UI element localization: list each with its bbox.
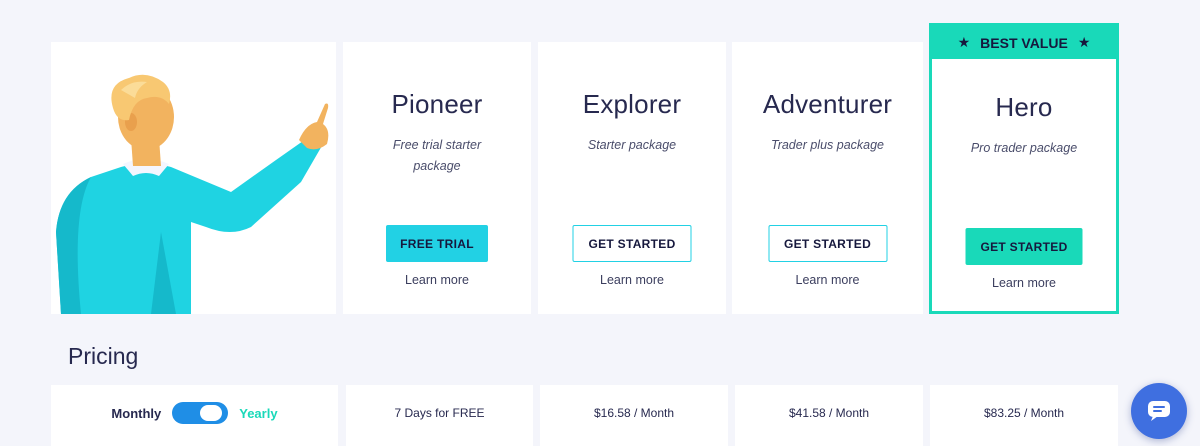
plan-description: Free trial starter package: [392, 138, 482, 173]
price-cell-hero: $83.25 / Month: [930, 385, 1118, 446]
price-cell-explorer: $16.58 / Month: [540, 385, 728, 446]
plan-name: Adventurer: [762, 89, 893, 119]
illustration-card: [51, 42, 336, 314]
plan-name: Hero: [995, 92, 1053, 122]
price-value: $83.25 / Month: [983, 406, 1065, 420]
plan-card-pioneer: Pioneer Free trial starter package FREE …: [343, 42, 531, 314]
chat-icon: [1148, 401, 1170, 421]
plan-card-hero: ★ BEST VALUE ★ Hero Pro trader package G…: [929, 23, 1119, 314]
monthly-label[interactable]: Monthly: [111, 406, 161, 421]
plan-description: Starter package: [587, 138, 677, 152]
plan-name: Pioneer: [391, 89, 483, 119]
get-started-button[interactable]: GET STARTED: [965, 228, 1083, 265]
chat-button[interactable]: [1131, 383, 1187, 439]
plan-name: Explorer: [582, 89, 682, 119]
learn-more-link[interactable]: Learn more: [538, 273, 726, 287]
plan-card-adventurer: Adventurer Trader plus package GET START…: [732, 42, 923, 314]
yearly-label[interactable]: Yearly: [239, 406, 277, 421]
get-started-button[interactable]: GET STARTED: [572, 225, 692, 262]
pricing-heading: Pricing: [68, 343, 139, 369]
free-trial-button[interactable]: FREE TRIAL: [386, 225, 488, 262]
price-cell-pioneer: 7 Days for FREE: [346, 385, 533, 446]
plan-description: Trader plus package: [770, 138, 885, 152]
get-started-button[interactable]: GET STARTED: [768, 225, 887, 262]
plan-card-explorer: Explorer Starter package GET STARTED Lea…: [538, 42, 726, 314]
price-cell-adventurer: $41.58 / Month: [735, 385, 923, 446]
learn-more-link[interactable]: Learn more: [343, 273, 531, 287]
learn-more-link[interactable]: Learn more: [732, 273, 923, 287]
learn-more-link[interactable]: Learn more: [932, 276, 1116, 290]
price-value: $41.58 / Month: [788, 406, 870, 420]
toggle-knob: [200, 405, 223, 421]
price-value: $16.58 / Month: [593, 406, 675, 420]
billing-toggle-row: Monthly Yearly: [51, 385, 338, 446]
billing-period-toggle[interactable]: [172, 402, 229, 424]
price-value: 7 Days for FREE: [394, 406, 485, 420]
plan-description: Pro trader package: [970, 141, 1078, 155]
man-pointing-illustration: [56, 74, 329, 314]
